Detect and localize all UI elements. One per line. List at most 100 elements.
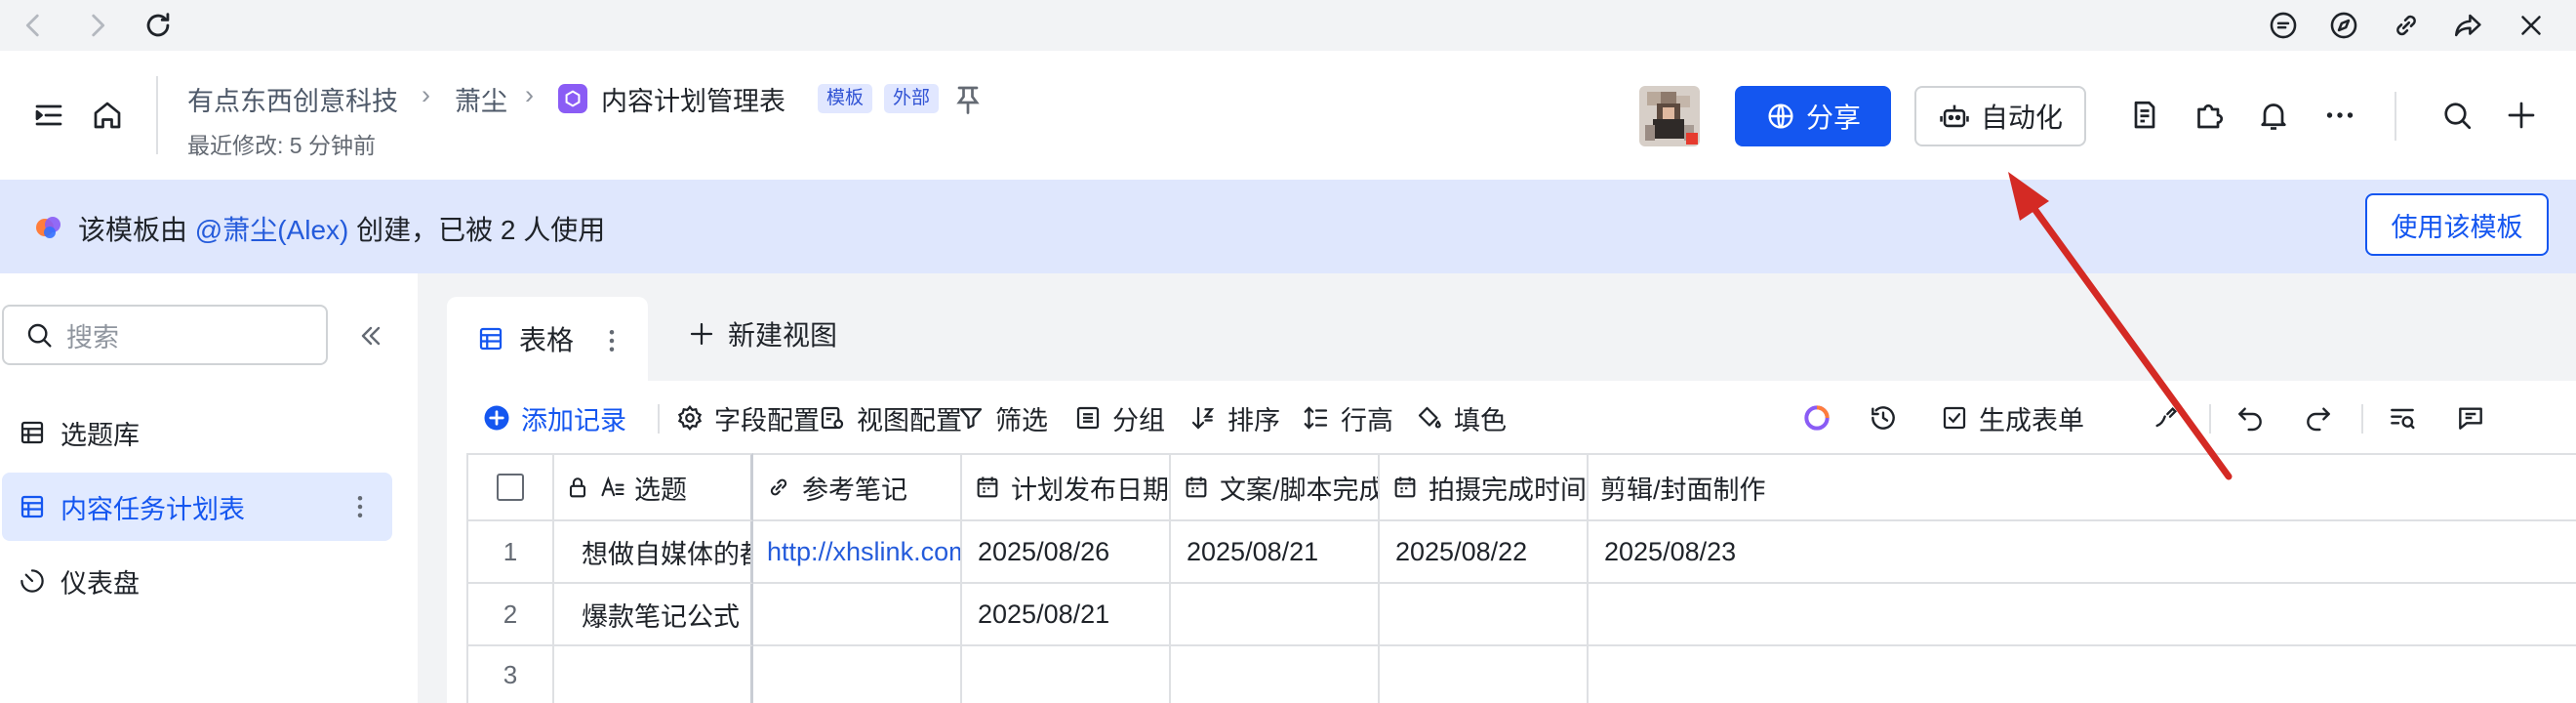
field-config-button[interactable]: 字段配置	[675, 394, 820, 441]
doc-title[interactable]: 内容计划管理表	[601, 80, 785, 118]
table-cell-script-done[interactable]	[1171, 584, 1380, 646]
ai-assistant-icon[interactable]	[1795, 396, 1838, 439]
table-cell-edit-cover[interactable]	[1589, 584, 2576, 646]
search-icon[interactable]	[2434, 92, 2480, 139]
column-header-shoot-done[interactable]: 拍摄完成时间	[1380, 453, 1589, 521]
more-icon[interactable]	[2316, 92, 2363, 139]
base-doc-icon	[558, 84, 587, 113]
sort-icon	[1191, 406, 1215, 430]
sidebar-item-topic-library[interactable]: 选题库	[2, 398, 392, 467]
column-header-label: 文案/脚本完成时间	[1220, 475, 1378, 505]
sidebar-toggle-icon[interactable]	[25, 92, 72, 139]
sort-button[interactable]: 排序	[1188, 394, 1280, 441]
collapse-sidebar-icon[interactable]	[347, 312, 394, 359]
add-record-button[interactable]: 添加记录	[482, 394, 626, 441]
fill-color-label: 填色	[1454, 405, 1507, 435]
brush-icon[interactable]	[2145, 396, 2188, 439]
more-vertical-icon[interactable]	[345, 492, 375, 521]
table-cell-publish-date[interactable]: 2025/08/21	[962, 584, 1171, 646]
grid-view-icon	[479, 327, 503, 351]
table-cell-topic[interactable]	[554, 646, 753, 703]
plus-icon[interactable]	[2498, 92, 2545, 139]
view-config-button[interactable]: 视图配置	[818, 394, 962, 441]
share-forward-icon[interactable]	[2447, 4, 2490, 47]
table-cell-shoot-done[interactable]	[1380, 584, 1589, 646]
row-number: 1	[466, 521, 554, 584]
divider	[156, 76, 158, 154]
chevron-right-icon: ›	[422, 80, 430, 109]
table-cell-publish-date[interactable]	[962, 646, 1171, 703]
group-button[interactable]: 分组	[1073, 394, 1165, 441]
automation-button[interactable]: 自动化	[1914, 86, 2086, 146]
doc-info-icon[interactable]	[2121, 92, 2168, 139]
column-header-label: 拍摄完成时间	[1429, 475, 1587, 505]
sidebar: 搜索 选题库 内容任务计划表 仪表盘	[0, 273, 418, 703]
home-icon[interactable]	[84, 92, 131, 139]
banner-text-after: 创建，已被 2 人使用	[356, 215, 606, 245]
table-cell-ref-link[interactable]: http://xhslink.com/m/9...	[753, 521, 962, 584]
undo-icon[interactable]	[2229, 396, 2272, 439]
avatar[interactable]	[1639, 86, 1700, 146]
robot-icon	[1940, 104, 1969, 128]
sidebar-item-content-plan[interactable]: 内容任务计划表	[2, 473, 392, 541]
sidebar-item-label: 仪表盘	[60, 568, 140, 599]
column-header-label: 计划发布日期	[1011, 475, 1169, 505]
close-icon[interactable]	[2510, 4, 2553, 47]
generate-form-label: 生成表单	[1979, 405, 2084, 435]
table-cell-topic[interactable]: 爆款笔记公式	[554, 584, 753, 646]
column-header-script-done[interactable]: 文案/脚本完成时间	[1171, 453, 1380, 521]
search-input[interactable]: 搜索	[2, 305, 328, 365]
column-header-publish-date[interactable]: 计划发布日期	[962, 453, 1171, 521]
bell-icon[interactable]	[2250, 92, 2297, 139]
calendar-icon	[1394, 476, 1416, 498]
use-template-button[interactable]: 使用该模板	[2365, 193, 2549, 256]
table-cell-edit-cover[interactable]: 2025/08/23	[1589, 521, 2576, 584]
table-cell-script-done[interactable]	[1171, 646, 1380, 703]
table-cell-topic[interactable]: 想做自媒体的都去看	[554, 521, 753, 584]
reload-icon[interactable]	[137, 4, 180, 47]
column-header-ref-notes[interactable]: 参考笔记	[753, 453, 962, 521]
breadcrumb-workspace[interactable]: 有点东西创意科技	[187, 80, 398, 118]
lock-icon	[569, 477, 586, 498]
select-all-checkbox[interactable]	[497, 474, 524, 501]
tab-table-view[interactable]: 表格	[447, 297, 648, 381]
column-header-edit-cover[interactable]: 剪辑/封面制作	[1589, 453, 2576, 521]
plugin-icon[interactable]	[2186, 92, 2233, 139]
table-cell-script-done[interactable]: 2025/08/21	[1171, 521, 1380, 584]
more-vertical-icon[interactable]	[597, 326, 626, 355]
tab-label: 表格	[519, 325, 575, 355]
row-height-label: 行高	[1341, 405, 1393, 435]
feedback-icon[interactable]	[2262, 4, 2305, 47]
table-cell-ref-link[interactable]	[753, 584, 962, 646]
fill-color-button[interactable]: 填色	[1415, 394, 1507, 441]
column-header-label: 选题	[634, 475, 687, 505]
table-cell-edit-cover[interactable]	[1589, 646, 2576, 703]
history-icon[interactable]	[1862, 396, 1905, 439]
new-view-button[interactable]: 新建视图	[687, 312, 837, 355]
generate-form-button[interactable]: 生成表单	[1940, 394, 2084, 441]
search-icon	[27, 323, 52, 348]
sidebar-item-dashboard[interactable]: 仪表盘	[2, 547, 392, 615]
banner-text-before: 该模板由	[78, 215, 188, 245]
forward-icon[interactable]	[76, 4, 119, 47]
breadcrumb-folder[interactable]: 萧尘	[455, 80, 507, 118]
pin-icon[interactable]	[946, 78, 989, 121]
filter-button[interactable]: 筛选	[956, 394, 1048, 441]
divider	[2361, 404, 2363, 434]
table-cell-ref-link[interactable]	[753, 646, 962, 703]
column-header-topic[interactable]: 选题	[554, 453, 753, 521]
table-cell-shoot-done[interactable]	[1380, 646, 1589, 703]
author-mention-link[interactable]: @萧尘(Alex)	[195, 215, 349, 245]
link-icon[interactable]	[2385, 4, 2428, 47]
table-cell-publish-date[interactable]: 2025/08/26	[962, 521, 1171, 584]
automation-label: 自动化	[1980, 103, 2063, 133]
compass-icon[interactable]	[2322, 4, 2365, 47]
back-icon[interactable]	[12, 4, 55, 47]
share-label: 分享	[1805, 103, 1861, 133]
row-height-button[interactable]: 行高	[1302, 394, 1393, 441]
redo-icon[interactable]	[2297, 396, 2340, 439]
share-button[interactable]: 分享	[1735, 86, 1891, 146]
table-cell-shoot-done[interactable]: 2025/08/22	[1380, 521, 1589, 584]
comment-icon[interactable]	[2449, 396, 2492, 439]
find-in-table-icon[interactable]	[2381, 396, 2424, 439]
